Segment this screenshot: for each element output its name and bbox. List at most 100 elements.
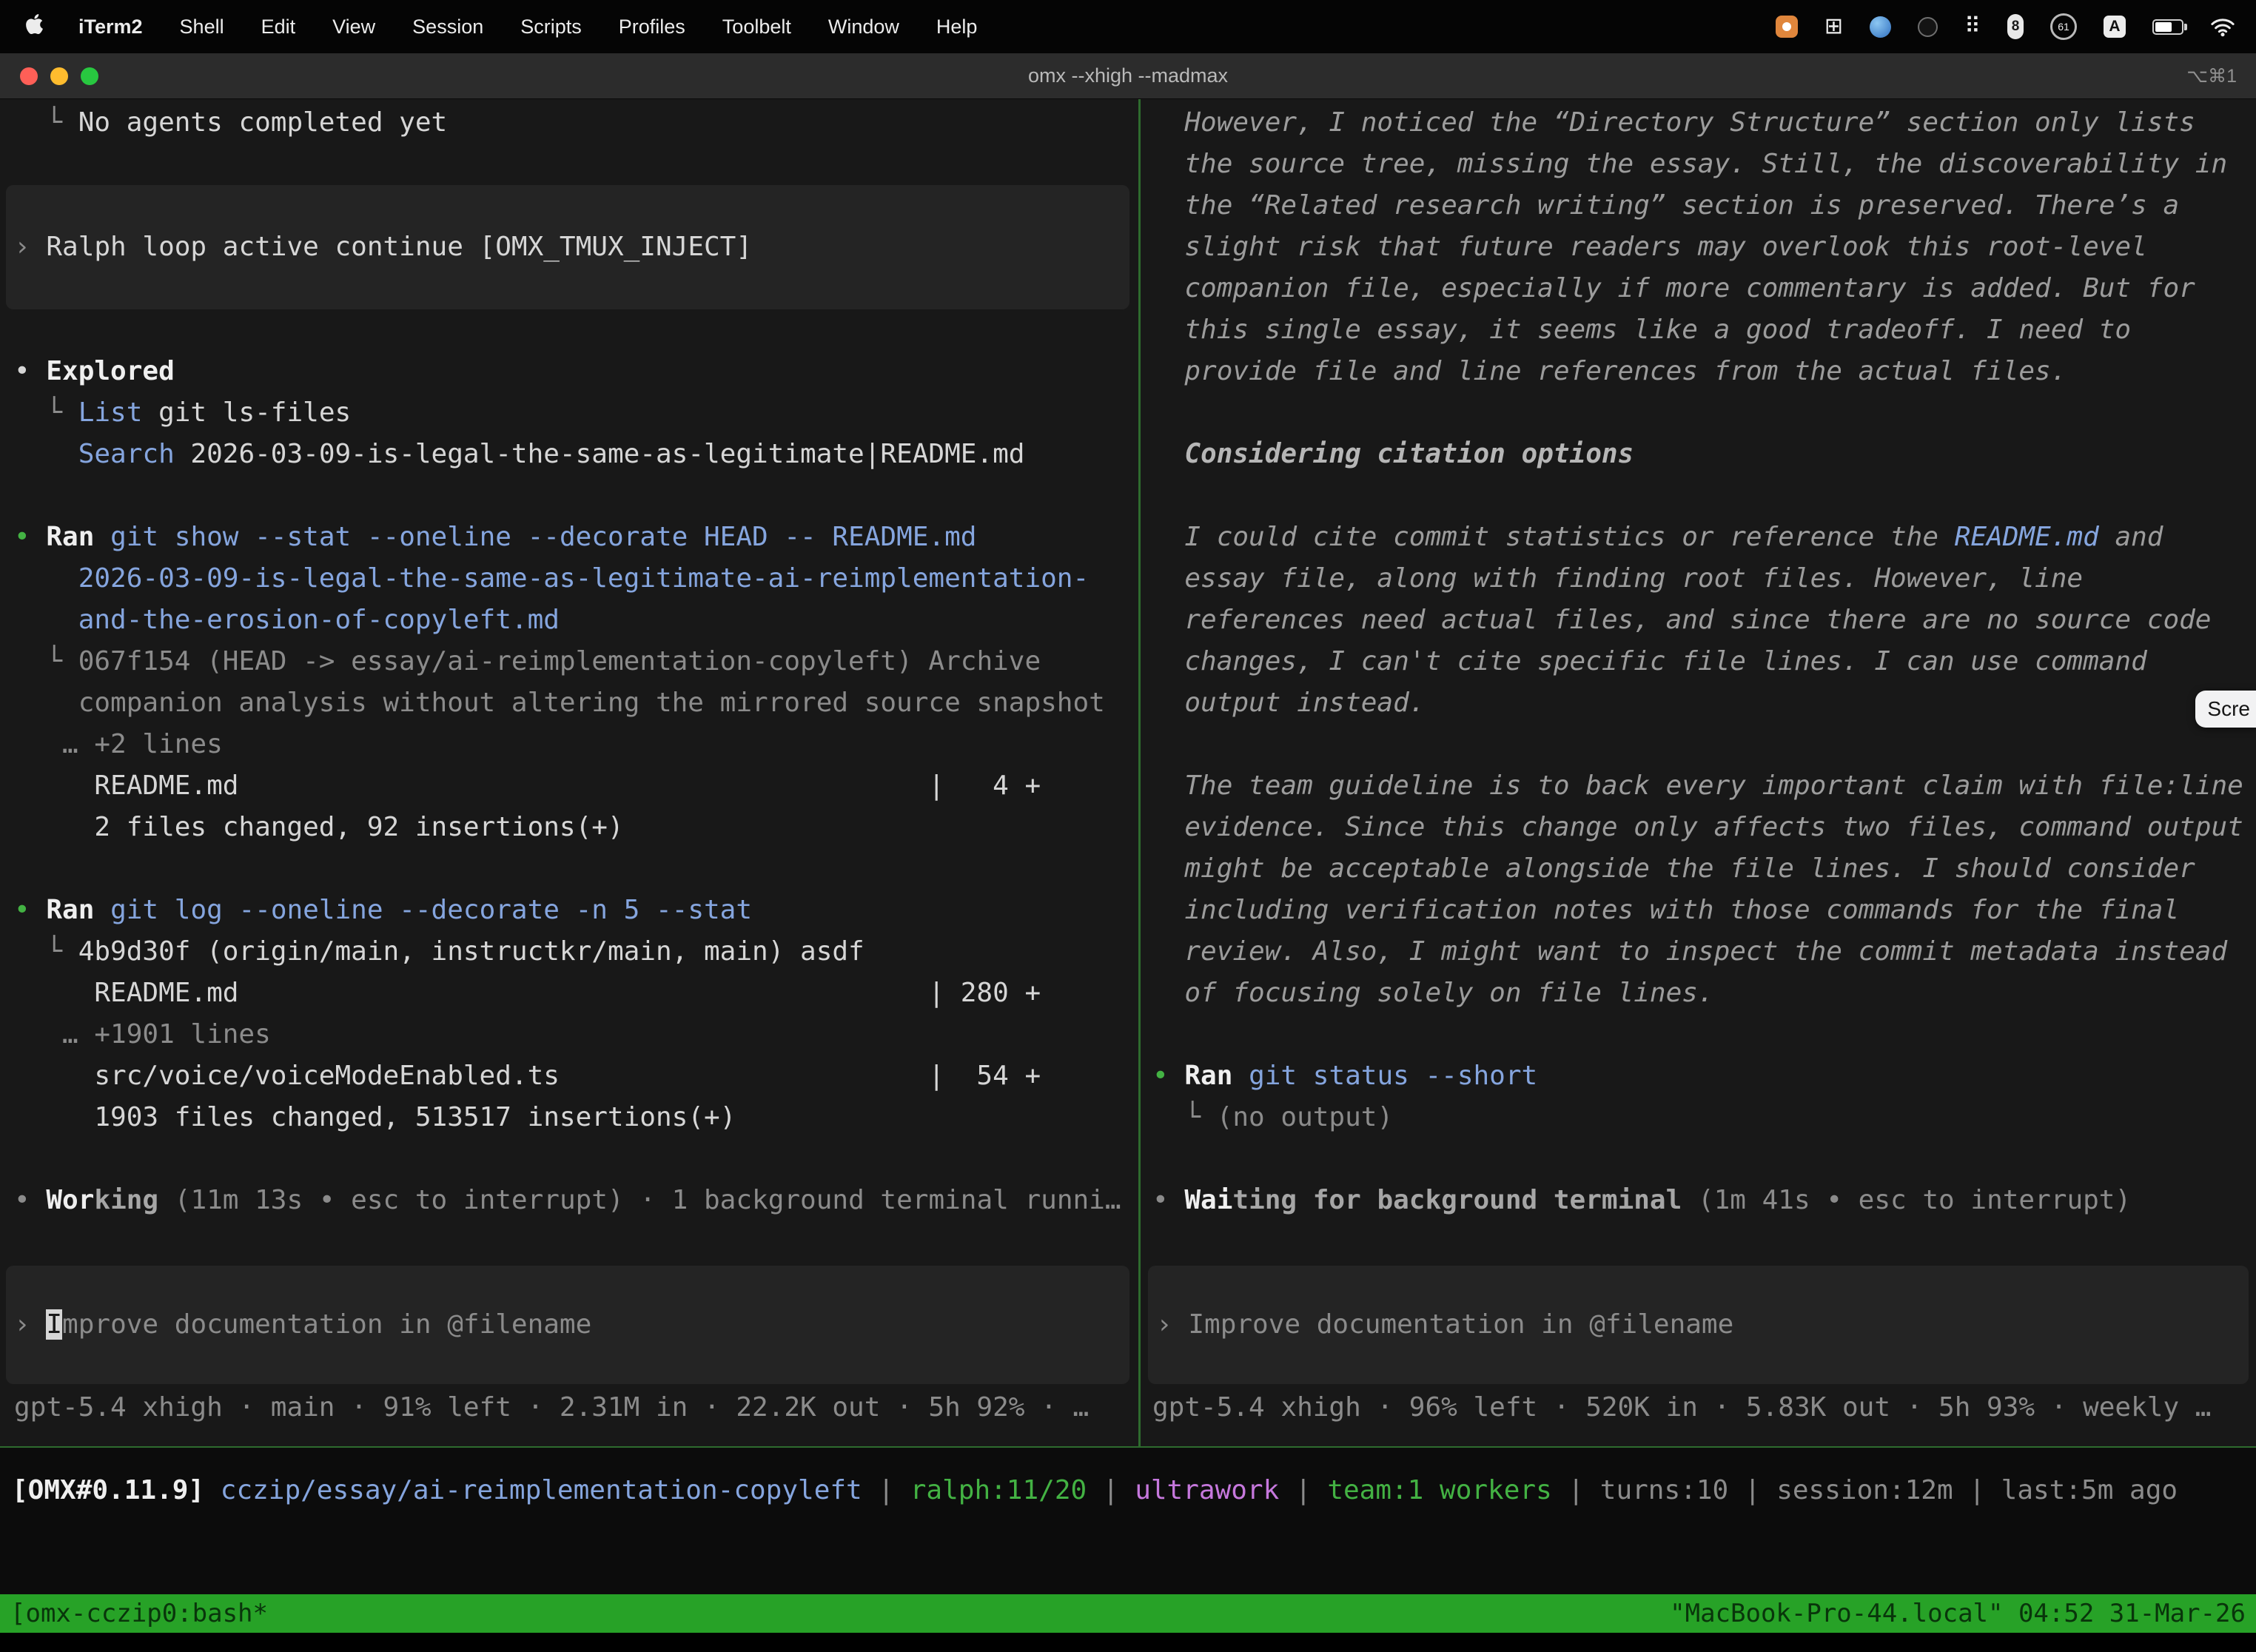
screen-recording-indicator-icon[interactable] [1776,16,1798,38]
menu-item-iterm2[interactable]: iTerm2 [60,16,161,38]
terminal-line: • Ran git status --short [1152,1055,2256,1097]
menu-item-shell[interactable]: Shell [161,16,243,38]
input-source-icon[interactable]: A [2104,16,2126,38]
blank-line [1152,392,2256,434]
left-prompt-input[interactable]: › Improve documentation in @filename [6,1266,1129,1384]
menu-item-toolbelt[interactable]: Toolbelt [704,16,810,38]
right-prompt-input[interactable]: › Improve documentation in @filename [1148,1266,2249,1384]
terminal-line: provide file and line references from th… [1152,351,2256,392]
window-title-bar: omx --xhigh --madmax ⌥⌘1 [0,53,2256,99]
terminal-line: and-the-erosion-of-copyleft.md [14,600,1138,641]
menu-item-profiles[interactable]: Profiles [600,16,704,38]
pill-badge-icon[interactable]: 8 [2007,14,2024,39]
terminal-line: └ No agents completed yet [14,102,1138,144]
right-pane-status-line: gpt-5.4 xhigh · 96% left · 520K in · 5.8… [1152,1387,2211,1428]
terminal-line: 1903 files changed, 513517 insertions(+) [14,1097,1138,1138]
blank-line [14,848,1138,890]
terminal-line: companion analysis without altering the … [14,682,1138,724]
right-pane-output: However, I noticed the “Directory Struct… [1141,99,2256,1221]
terminal-line: Considering citation options [1152,434,2256,475]
terminal-line: … +1901 lines [14,1014,1138,1055]
macos-menu-bar: iTerm2ShellEditViewSessionScriptsProfile… [0,0,2256,53]
close-button[interactable] [20,67,38,85]
terminal-line: of focusing solely on file lines. [1152,973,2256,1014]
prompt-input-line: › Improve documentation in @filename [1156,1304,1733,1346]
tmux-host-clock: "MacBook-Pro-44.local" 04:52 31-Mar-26 [1670,1599,2246,1628]
menu-status-area: ⊞ ⠿ 8 61 A [1776,13,2235,40]
terminal-line: • Working (11m 13s • esc to interrupt) ·… [14,1180,1138,1221]
menu-items: iTerm2ShellEditViewSessionScriptsProfile… [21,13,996,41]
terminal-line: the “Related research writing” section i… [1152,185,2256,226]
terminal-line: • Explored [14,351,1138,392]
menu-item-session[interactable]: Session [394,16,502,38]
terminal-line: └ (no output) [1152,1097,2256,1138]
terminal-area: └ No agents completed yet › Ralph loop a… [0,99,2256,1446]
inject-banner: › Ralph loop active continue [OMX_TMUX_I… [6,185,1129,309]
battery-fill [2155,22,2172,32]
menu-item-scripts[interactable]: Scripts [502,16,600,38]
omx-status-bar: [OMX#0.11.9] cczip/essay/ai-reimplementa… [0,1446,2256,1594]
terminal-line: README.md | 4 + [14,765,1138,807]
battery-icon[interactable] [2152,19,2183,35]
terminal-line: slight risk that future readers may over… [1152,226,2256,268]
terminal-line: src/voice/voiceModeEnabled.ts | 54 + [14,1055,1138,1097]
terminal-line: essay file, along with finding root file… [1152,558,2256,600]
tmux-status-bar: [omx-cczip0:bash* "MacBook-Pro-44.local"… [0,1594,2256,1633]
blank-line [14,144,1138,185]
terminal-line: • Ran git show --stat --oneline --decora… [14,517,1138,558]
left-pane-status-line: gpt-5.4 xhigh · main · 91% left · 2.31M … [14,1387,1089,1428]
window-manager-icon[interactable]: ⊞ [1824,16,1843,38]
terminal-line: this single essay, it seems like a good … [1152,309,2256,351]
terminal-line: changes, I can't cite specific file line… [1152,641,2256,682]
blank-line [1152,1138,2256,1180]
blank-line [14,1138,1138,1180]
menu-item-window[interactable]: Window [810,16,918,38]
terminal-line: └ List git ls-files [14,392,1138,434]
blank-line [14,475,1138,517]
terminal-line: I could cite commit statistics or refere… [1152,517,2256,558]
terminal-line: Search 2026-03-09-is-legal-the-same-as-l… [14,434,1138,475]
terminal-line: companion file, especially if more comme… [1152,268,2256,309]
apple-menu[interactable] [21,13,60,41]
menu-item-view[interactable]: View [314,16,394,38]
terminal-line: might be acceptable alongside the file l… [1152,848,2256,890]
terminal-line: references need actual files, and since … [1152,600,2256,641]
traffic-lights [20,67,98,85]
prompt-input-line: › Improve documentation in @filename [14,1304,591,1346]
wifi-icon[interactable] [2210,17,2235,37]
terminal-line: evidence. Since this change only affects… [1152,807,2256,848]
window-shortcut-hint: ⌥⌘1 [2186,65,2237,87]
terminal-line: However, I noticed the “Directory Struct… [1152,102,2256,144]
terminal-line: … +2 lines [14,724,1138,765]
blue-app-icon[interactable] [1870,16,1891,38]
tmux-session-window: [omx-cczip0:bash* [10,1599,268,1628]
blank-line [1152,724,2256,765]
dark-app-icon[interactable] [1918,17,1938,37]
blank-line [1152,1014,2256,1055]
left-pane-output: └ No agents completed yet › Ralph loop a… [0,99,1138,1221]
terminal-line: the source tree, missing the essay. Stil… [1152,144,2256,185]
terminal-line: › Ralph loop active continue [OMX_TMUX_I… [14,226,1121,268]
terminal-line: └ 4b9d30f (origin/main, instructkr/main,… [14,931,1138,973]
terminal-line: 2 files changed, 92 insertions(+) [14,807,1138,848]
menu-item-help[interactable]: Help [918,16,996,38]
terminal-line: • Ran git log --oneline --decorate -n 5 … [14,890,1138,931]
apple-logo-icon [25,13,44,41]
terminal-line: including verification notes with those … [1152,890,2256,931]
omx-status-line: [OMX#0.11.9] cczip/essay/ai-reimplementa… [0,1448,2256,1511]
screen-edge-button[interactable]: Scre [2195,691,2256,728]
minimize-button[interactable] [50,67,68,85]
window-title: omx --xhigh --madmax [1028,64,1228,87]
terminal-line: output instead. [1152,682,2256,724]
zoom-button[interactable] [81,67,98,85]
terminal-line: The team guideline is to back every impo… [1152,765,2256,807]
blank-line [1152,475,2256,517]
terminal-line: 2026-03-09-is-legal-the-same-as-legitima… [14,558,1138,600]
terminal-line: README.md | 280 + [14,973,1138,1014]
right-pane[interactable]: However, I noticed the “Directory Struct… [1141,99,2256,1446]
left-pane[interactable]: └ No agents completed yet › Ralph loop a… [0,99,1138,1446]
terminal-line: review. Also, I might want to inspect th… [1152,931,2256,973]
grid-dots-icon[interactable]: ⠿ [1964,16,1981,38]
battery-percent-ring-icon[interactable]: 61 [2050,13,2077,40]
menu-item-edit[interactable]: Edit [243,16,315,38]
